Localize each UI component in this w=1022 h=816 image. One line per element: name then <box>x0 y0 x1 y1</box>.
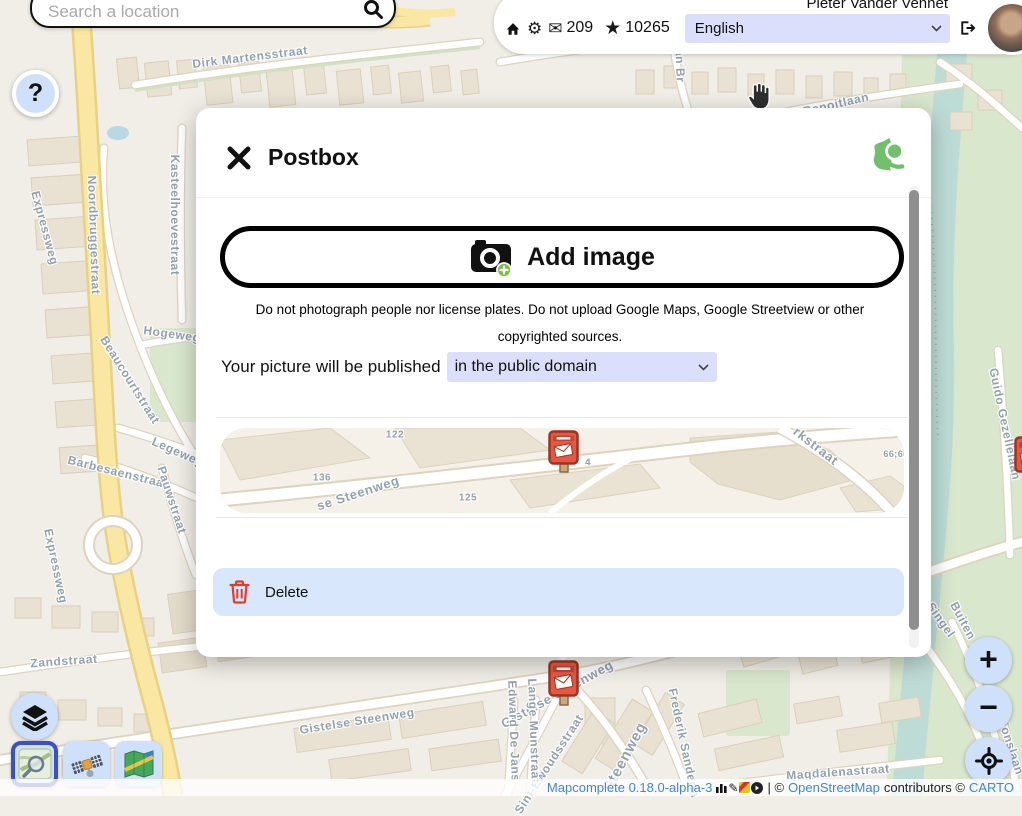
username[interactable]: Pieter Vander Vennet <box>807 0 949 12</box>
add-image-label: Add image <box>527 243 655 272</box>
logout-icon[interactable] <box>958 19 976 37</box>
minimap-postbox-marker <box>548 430 579 481</box>
language-select[interactable]: English <box>685 14 950 43</box>
geolocate-icon <box>975 747 1003 775</box>
avatar[interactable] <box>985 1 1022 55</box>
add-image-button[interactable]: Add image <box>220 226 904 288</box>
carto-link[interactable]: CARTO <box>969 780 1014 795</box>
search-icon[interactable] <box>362 0 384 25</box>
attribution-bar: Mapcomplete 0.18.0-alpha-3 ✎ | © OpenStr… <box>0 779 1022 796</box>
chevron-down-icon <box>931 25 942 32</box>
delete-button[interactable]: Delete <box>213 568 904 616</box>
popup-header: Postbox <box>196 108 931 198</box>
camera-plus-icon <box>469 237 513 277</box>
statistics-icon <box>716 782 727 793</box>
message-count: 209 <box>567 19 594 37</box>
license-row: Your picture will be published in the pu… <box>221 352 717 382</box>
layers-icon <box>21 703 49 731</box>
zoom-out-label: − <box>979 691 998 723</box>
license-value: in the public domain <box>455 358 698 376</box>
license-select[interactable]: in the public domain <box>447 352 717 382</box>
gear-icon[interactable]: ⚙ <box>527 20 542 37</box>
layers-button[interactable] <box>11 693 58 740</box>
search-bar[interactable] <box>30 0 396 28</box>
delete-label: Delete <box>265 584 308 601</box>
feature-minimap[interactable]: 122136se Steenweg1254rkstraat66;66 <box>220 428 904 513</box>
close-icon[interactable] <box>226 145 252 171</box>
attribution-contributors: contributors © <box>884 780 965 795</box>
attribution-divider: | © <box>767 780 784 795</box>
osm-map-icon <box>18 748 52 780</box>
josm-icon <box>739 782 750 793</box>
scrollbar-thumb[interactable] <box>909 190 919 630</box>
chevron-down-icon <box>698 364 709 371</box>
language-value: English <box>695 20 931 37</box>
divider <box>216 517 908 518</box>
world-map-icon <box>122 748 156 780</box>
feature-popup: Postbox Add image Do not photograph peop… <box>196 108 931 657</box>
mapcomplete-version-link[interactable]: Mapcomplete 0.18.0-alpha-3 <box>547 780 713 795</box>
postbox-marker[interactable] <box>548 660 579 713</box>
star-icon: ★ <box>604 19 621 38</box>
license-prefix: Your picture will be published <box>221 357 441 377</box>
popup-title: Postbox <box>268 144 359 171</box>
star-count: 10265 <box>625 19 670 37</box>
image-disclaimer: Do not photograph people nor license pla… <box>230 296 890 350</box>
zoom-in-label: + <box>979 643 998 675</box>
pencil-icon: ✎ <box>728 781 738 795</box>
attribution-icons[interactable]: ✎ <box>716 781 763 795</box>
mangrove-logo-icon[interactable] <box>869 134 907 181</box>
help-label: ? <box>28 79 43 108</box>
changesets-item[interactable]: ★ 10265 <box>604 19 670 38</box>
help-button[interactable]: ? <box>12 70 59 117</box>
divider <box>216 417 908 418</box>
home-icon[interactable] <box>505 21 521 36</box>
map-pond <box>107 126 129 140</box>
osm-link[interactable]: OpenStreetMap <box>788 780 880 795</box>
trash-icon <box>229 580 250 604</box>
satellite-icon <box>70 747 104 781</box>
zoom-out-button[interactable]: − <box>965 685 1012 732</box>
zoom-in-button[interactable]: + <box>965 637 1012 684</box>
envelope-icon: ✉ <box>548 20 562 37</box>
postbox-marker-edge[interactable] <box>1014 436 1022 489</box>
mapillary-circle-icon <box>751 782 763 794</box>
geolocate-button[interactable] <box>965 737 1012 784</box>
messages-item[interactable]: ✉ 209 <box>548 19 593 37</box>
search-input[interactable] <box>32 0 362 24</box>
